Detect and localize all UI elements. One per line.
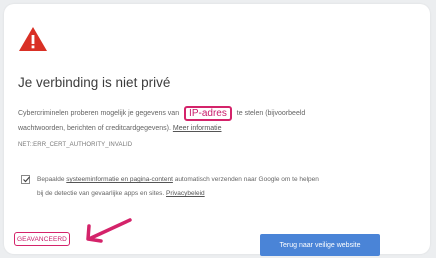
report-text: automatisch verzenden naar Google om te … xyxy=(174,176,319,183)
paragraph-text: wachtwoorden, berichten of creditcardgeg… xyxy=(18,125,171,132)
checkmark-icon xyxy=(23,176,30,183)
report-text-line1: Bepaalde systeeminformatie en pagina-con… xyxy=(37,176,319,183)
error-code: NET::ERR_CERT_AUTHORITY_INVALID xyxy=(18,142,133,148)
more-info-link[interactable]: Meer informatie xyxy=(173,125,222,132)
paragraph-text: te stelen (bijvoorbeeld xyxy=(236,110,306,117)
advanced-button[interactable]: GEAVANCEERD xyxy=(14,232,70,246)
paragraph-text: Cybercriminelen proberen mogelijk je geg… xyxy=(18,110,180,117)
annotation-arrow-icon xyxy=(86,218,132,243)
system-info-link[interactable]: systeeminformatie en pagina-content xyxy=(66,176,173,183)
page-title: Je verbinding is niet privé xyxy=(18,75,171,90)
report-checkbox[interactable] xyxy=(21,175,30,184)
report-text: Bepaalde xyxy=(37,176,65,183)
warning-paragraph-line1: Cybercriminelen proberen mogelijk je geg… xyxy=(18,105,306,121)
report-text-line2: bij de detectie van gevaarlijke apps en … xyxy=(37,190,205,197)
report-text: bij de detectie van gevaarlijke apps en … xyxy=(37,190,165,197)
warning-triangle-icon xyxy=(19,27,47,51)
back-to-safety-button[interactable]: Terug naar veilige website xyxy=(260,234,380,256)
warning-paragraph-line2: wachtwoorden, berichten of creditcardgeg… xyxy=(18,125,222,132)
ip-address-highlight: IP-adres xyxy=(184,106,232,121)
privacy-policy-link[interactable]: Privacybeleid xyxy=(166,190,205,197)
interstitial-card: Je verbinding is niet privé Cybercrimine… xyxy=(4,4,430,256)
